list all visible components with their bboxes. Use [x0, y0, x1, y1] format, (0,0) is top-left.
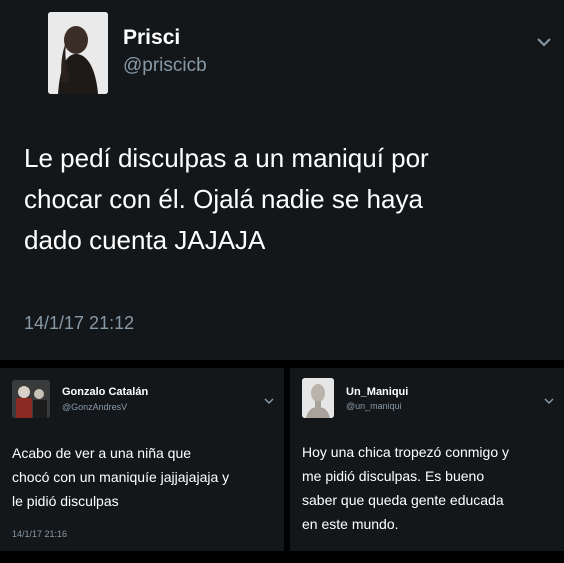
user-name[interactable]: Un_Maniqui: [346, 386, 408, 398]
user-name[interactable]: Prisci: [123, 26, 180, 50]
tweet-text-line: chocó con un maniquíe jajjajajaja y: [12, 469, 230, 485]
user-name[interactable]: Gonzalo Catalán: [62, 386, 148, 398]
tweet-text-line: saber que queda gente educada: [302, 492, 504, 508]
avatar[interactable]: [12, 380, 50, 418]
tweet-text-line: en este mundo.: [302, 516, 399, 532]
tweet-text-line: Acabo de ver a una niña que: [12, 445, 192, 461]
tweet-text: Hoy una chica tropezó conmigo y me pidió…: [302, 440, 509, 536]
tweet-text-line: dado cuenta JAJAJA: [24, 225, 266, 255]
user-handle[interactable]: @GonzAndresV: [62, 402, 127, 412]
avatar[interactable]: [302, 378, 334, 418]
user-handle[interactable]: @un_maniqui: [346, 401, 402, 411]
reply-tweet-card-left[interactable]: Gonzalo Catalán @GonzAndresV Acabo de ve…: [0, 368, 284, 551]
tweet-text-line: Le pedí disculpas a un maniquí por: [24, 143, 429, 173]
avatar[interactable]: [48, 12, 108, 94]
tweet-timestamp[interactable]: 14/1/17 21:16: [12, 529, 67, 539]
reply-tweet-card-right[interactable]: Un_Maniqui @un_maniqui Hoy una chica tro…: [290, 368, 564, 551]
tweet-text: Le pedí disculpas a un maniquí por choca…: [24, 138, 429, 261]
chevron-down-icon[interactable]: [536, 34, 552, 52]
tweet-timestamp[interactable]: 14/1/17 21:12: [24, 313, 134, 334]
main-tweet-card[interactable]: Prisci @priscicb Le pedí disculpas a un …: [0, 0, 564, 360]
profile-photo: [48, 12, 108, 94]
chevron-down-icon[interactable]: [544, 392, 554, 410]
tweet-text-line: le pidió disculpas: [12, 493, 119, 509]
profile-photo: [12, 380, 50, 418]
user-handle[interactable]: @priscicb: [123, 55, 207, 77]
tweet-text-line: me pidió disculpas. Es bueno: [302, 468, 485, 484]
chevron-down-icon[interactable]: [264, 392, 274, 410]
tweet-text: Acabo de ver a una niña que chocó con un…: [12, 441, 229, 513]
tweet-text-line: Hoy una chica tropezó conmigo y: [302, 444, 509, 460]
tweet-text-line: chocar con él. Ojalá nadie se haya: [24, 184, 423, 214]
profile-photo: [302, 378, 334, 418]
